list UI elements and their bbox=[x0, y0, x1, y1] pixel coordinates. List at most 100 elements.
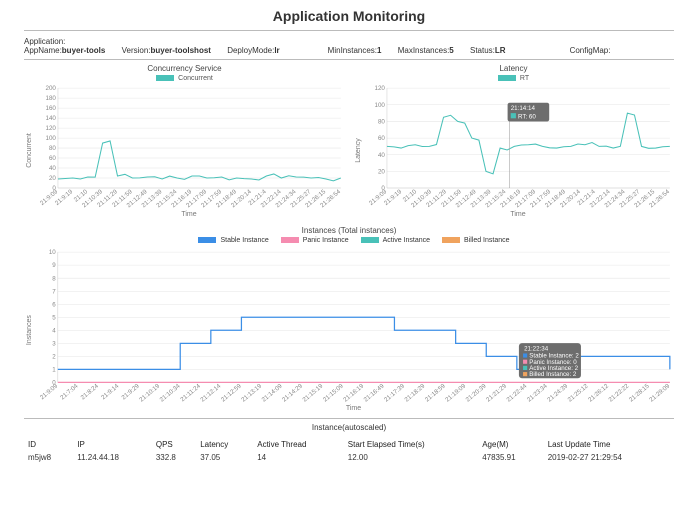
svg-text:21:28:15: 21:28:15 bbox=[628, 382, 651, 403]
svg-text:21:13:19: 21:13:19 bbox=[240, 382, 263, 403]
col-active-thread: Active Thread bbox=[253, 438, 344, 451]
table-row: m5jw8 11.24.44.18 332.8 37.05 14 12.00 4… bbox=[24, 451, 674, 464]
col-latency: Latency bbox=[196, 438, 253, 451]
svg-text:21:18:29: 21:18:29 bbox=[403, 382, 426, 403]
latency-ylabel: Latency bbox=[353, 84, 362, 218]
page: Application Monitoring Application: AppN… bbox=[0, 0, 698, 474]
svg-text:80: 80 bbox=[49, 145, 56, 152]
status-label: Status: bbox=[470, 46, 495, 55]
svg-text:21:14:09: 21:14:09 bbox=[261, 382, 284, 403]
svg-text:21:22:44: 21:22:44 bbox=[505, 382, 528, 403]
svg-text:20: 20 bbox=[49, 175, 56, 182]
svg-text:21:22:34: 21:22:34 bbox=[524, 345, 549, 352]
svg-text:6: 6 bbox=[52, 301, 56, 308]
svg-text:60: 60 bbox=[378, 135, 385, 142]
svg-text:21:23:34: 21:23:34 bbox=[526, 382, 549, 403]
concurrent-swatch bbox=[156, 75, 174, 81]
instances-tooltip: 21:22:34 Stable Instance: 2 Panic Instan… bbox=[519, 343, 581, 378]
svg-text:21:16:19: 21:16:19 bbox=[342, 382, 365, 403]
svg-text:160: 160 bbox=[45, 105, 56, 112]
instances-plot[interactable]: 012345678910 21:22:34 Stable Instance: 2… bbox=[33, 248, 674, 403]
svg-text:Billed Instance: 2: Billed Instance: 2 bbox=[529, 371, 577, 378]
svg-text:21:26:12: 21:26:12 bbox=[587, 382, 610, 403]
concurrency-plot[interactable]: 020406080100120140160180200 21:9:0921:9:… bbox=[33, 84, 345, 209]
legend-active: Active Instance bbox=[383, 237, 430, 244]
col-qps: QPS bbox=[152, 438, 196, 451]
svg-text:4: 4 bbox=[52, 327, 56, 334]
latency-chart: Latency RT Latency 020406080100120 21:14 bbox=[353, 64, 674, 218]
concurrency-chart: Concurrency Service Concurrent Concurren… bbox=[24, 64, 345, 218]
configmap-label: ConfigMap: bbox=[570, 46, 611, 55]
instances-legend: Stable Instance Panic Instance Active In… bbox=[24, 237, 674, 244]
svg-text:21:24:39: 21:24:39 bbox=[546, 382, 569, 403]
svg-text:20: 20 bbox=[378, 168, 385, 175]
appname-label: AppName: bbox=[24, 46, 62, 55]
concurrency-ylabel: Concurrent bbox=[24, 84, 33, 218]
app-meta-row: Application: AppName:buyer-tools Version… bbox=[24, 35, 674, 59]
instances-chart: Instances (Total instances) Stable Insta… bbox=[24, 226, 674, 412]
cell-last-update: 2019-02-27 21:29:54 bbox=[544, 451, 674, 464]
svg-text:21:29:09: 21:29:09 bbox=[648, 382, 671, 403]
mininst-label: MinInstances: bbox=[328, 46, 377, 55]
svg-text:2: 2 bbox=[52, 353, 56, 360]
latency-xlabel: Time bbox=[362, 211, 674, 218]
deploymode-label: DeployMode: bbox=[227, 46, 274, 55]
version-label: Version: bbox=[122, 46, 151, 55]
col-start-elapsed: Start Elapsed Time(s) bbox=[344, 438, 478, 451]
svg-text:7: 7 bbox=[52, 288, 56, 295]
svg-text:21:12:14: 21:12:14 bbox=[199, 382, 222, 403]
svg-text:21:10:34: 21:10:34 bbox=[159, 382, 182, 403]
col-ip: IP bbox=[73, 438, 152, 451]
svg-text:21:14:29: 21:14:29 bbox=[281, 382, 304, 403]
legend-stable: Stable Instance bbox=[220, 237, 268, 244]
svg-text:21:9:14: 21:9:14 bbox=[100, 382, 121, 401]
mininst-value: 1 bbox=[377, 46, 381, 55]
svg-text:21:18:59: 21:18:59 bbox=[424, 382, 447, 403]
svg-text:80: 80 bbox=[378, 119, 385, 126]
svg-text:180: 180 bbox=[45, 95, 56, 102]
svg-text:3: 3 bbox=[52, 340, 56, 347]
cell-qps: 332.8 bbox=[152, 451, 196, 464]
svg-text:21:22:22: 21:22:22 bbox=[607, 382, 630, 403]
svg-text:9: 9 bbox=[52, 262, 56, 269]
svg-text:21:14:14: 21:14:14 bbox=[511, 105, 536, 112]
divider bbox=[24, 418, 674, 419]
stable-swatch bbox=[198, 237, 216, 243]
billed-swatch bbox=[442, 237, 460, 243]
col-last-update: Last Update Time bbox=[544, 438, 674, 451]
stats-table: ID IP QPS Latency Active Thread Start El… bbox=[24, 438, 674, 464]
svg-text:120: 120 bbox=[374, 85, 385, 92]
table-row: ID IP QPS Latency Active Thread Start El… bbox=[24, 438, 674, 451]
svg-text:21:10:19: 21:10:19 bbox=[138, 382, 161, 403]
cell-age: 47835.91 bbox=[478, 451, 543, 464]
application-label: Application: bbox=[24, 37, 294, 46]
concurrency-legend-label: Concurrent bbox=[178, 75, 213, 82]
instances-title: Instances (Total instances) bbox=[24, 226, 674, 235]
cell-id: m5jw8 bbox=[24, 451, 73, 464]
page-title: Application Monitoring bbox=[24, 8, 674, 24]
concurrency-xlabel: Time bbox=[33, 211, 345, 218]
svg-text:5: 5 bbox=[52, 314, 56, 321]
cell-ip: 11.24.44.18 bbox=[73, 451, 152, 464]
svg-text:21:21:29: 21:21:29 bbox=[485, 382, 508, 403]
svg-text:21:17:39: 21:17:39 bbox=[383, 382, 406, 403]
latency-tooltip: 21:14:14 RT: 60 bbox=[508, 103, 550, 188]
svg-text:120: 120 bbox=[45, 125, 56, 132]
svg-text:21:16:49: 21:16:49 bbox=[363, 382, 386, 403]
svg-text:21:12:59: 21:12:59 bbox=[220, 382, 243, 403]
instances-ylabel: Instances bbox=[24, 248, 33, 412]
instance-table-head: Instance(autoscaled) bbox=[24, 423, 674, 432]
svg-text:10: 10 bbox=[49, 249, 56, 256]
appname-value: buyer-tools bbox=[62, 46, 106, 55]
svg-text:1: 1 bbox=[52, 366, 56, 373]
svg-text:21:9:09: 21:9:09 bbox=[39, 382, 60, 401]
svg-text:21:8:24: 21:8:24 bbox=[80, 382, 101, 401]
cell-active-thread: 14 bbox=[253, 451, 344, 464]
legend-panic: Panic Instance bbox=[303, 237, 349, 244]
svg-text:60: 60 bbox=[49, 155, 56, 162]
active-swatch bbox=[361, 237, 379, 243]
latency-plot[interactable]: 020406080100120 21:14:14 RT: 60 21:9: bbox=[362, 84, 674, 209]
cell-latency: 37.05 bbox=[196, 451, 253, 464]
instances-xlabel: Time bbox=[33, 405, 674, 412]
rt-swatch bbox=[498, 75, 516, 81]
